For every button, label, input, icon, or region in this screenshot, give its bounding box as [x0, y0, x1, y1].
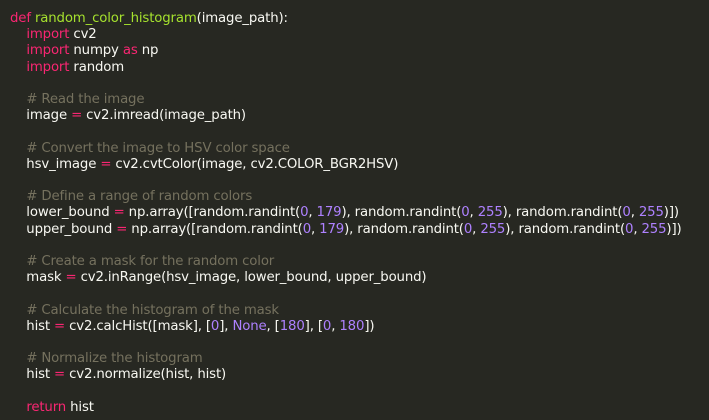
code-token: import	[26, 59, 70, 75]
code-token: ],	[219, 318, 233, 334]
code-token: return	[26, 399, 67, 415]
code-token: ], [	[304, 318, 323, 334]
code-token: # Convert the image to HSV color space	[26, 140, 290, 156]
code-token: import	[26, 27, 70, 43]
code-token: , [	[266, 318, 280, 334]
code-token: # Calculate the histogram of the mask	[26, 302, 279, 318]
code-token: cv2.cvtColor(image, cv2.COLOR_BGR2HSV)	[111, 156, 399, 172]
code-line: hist = cv2.normalize(hist, hist)	[10, 367, 226, 383]
code-line: mask = cv2.inRange(hsv_image, lower_boun…	[10, 270, 426, 286]
code-token: cv2	[69, 27, 97, 43]
code-token: def	[10, 11, 35, 26]
code-token: import	[26, 43, 70, 59]
code-line: # Convert the image to HSV color space	[10, 141, 290, 157]
code-token: hist	[66, 399, 94, 415]
code-token: 255	[480, 221, 506, 237]
code-token: (image_path):	[196, 11, 288, 26]
code-line: import random	[10, 60, 124, 76]
code-token: ,	[311, 221, 320, 237]
code-token: =	[54, 367, 66, 383]
code-token: 180	[279, 318, 305, 334]
code-token: random_color_histogram	[34, 11, 197, 26]
code-token: hsv_image	[10, 156, 101, 172]
code-token: hist	[10, 367, 55, 383]
code-token: ,	[308, 205, 317, 221]
code-token: cv2.imread(image_path)	[82, 108, 246, 124]
code-token: cv2.normalize(hist, hist)	[65, 367, 227, 383]
code-token: np.array([random.randint(	[124, 205, 301, 221]
code-token: # Read the image	[26, 92, 145, 107]
code-token: # Define a range of random colors	[26, 189, 253, 205]
code-line: # Create a mask for the random color	[10, 254, 274, 270]
code-token: ), random.randint(	[344, 221, 464, 237]
code-token: 255	[641, 221, 667, 237]
code-line: # Define a range of random colors	[10, 189, 252, 205]
code-token: numpy	[69, 43, 123, 59]
code-token: # Normalize the histogram	[26, 351, 203, 367]
code-token: 0	[322, 318, 332, 334]
code-token: ), random.randint(	[505, 221, 625, 237]
code-token: =	[65, 270, 77, 286]
code-token: 0	[622, 205, 631, 221]
code-line: # Calculate the histogram of the mask	[10, 303, 279, 319]
code-token: cv2.calcHist([mask], [	[65, 318, 211, 334]
code-line: return hist	[10, 400, 94, 416]
code-editor[interactable]: def random_color_histogram(image_path): …	[0, 0, 709, 420]
code-token: 179	[319, 221, 345, 237]
code-line: # Normalize the histogram	[10, 351, 203, 367]
code-token: 180	[339, 318, 365, 334]
code-token: ,	[630, 205, 639, 221]
code-token: )])	[663, 205, 679, 221]
code-token: as	[122, 43, 138, 59]
code-token: =	[100, 156, 112, 172]
code-token: None	[232, 318, 267, 334]
code-token: ])	[364, 318, 375, 334]
code-line: def random_color_histogram(image_path):	[10, 11, 288, 27]
code-line: # Read the image	[10, 92, 144, 108]
code-token: hist	[10, 318, 55, 334]
code-token: 255	[638, 205, 664, 221]
code-token: ,	[469, 205, 478, 221]
code-token: 179	[316, 205, 342, 221]
code-line: image = cv2.imread(image_path)	[10, 108, 246, 124]
code-token: =	[113, 205, 125, 221]
code-token: =	[116, 221, 128, 237]
code-token: cv2.inRange(hsv_image, lower_bound, uppe…	[76, 270, 427, 286]
code-line: import cv2	[10, 27, 97, 43]
code-line: import numpy as np	[10, 43, 158, 59]
code-line: lower_bound = np.array([random.randint( 0…	[10, 205, 679, 221]
code-token: upper_bound	[10, 221, 117, 237]
code-line: hsv_image = cv2.cvtColor(image, cv2.COLO…	[10, 157, 398, 173]
code-token: 255	[477, 205, 503, 221]
code-token: )])	[666, 221, 682, 237]
code-token: =	[54, 318, 66, 334]
code-token: 0	[463, 221, 473, 237]
code-token: 0	[302, 221, 311, 237]
code-line: upper_bound = np.array([random.randint(0…	[10, 221, 682, 238]
code-token: lower_bound	[10, 205, 114, 221]
code-token: 0	[461, 205, 470, 221]
code-token: mask	[10, 270, 66, 286]
code-token: random	[69, 59, 125, 75]
code-token: np	[137, 43, 159, 59]
code-token: =	[71, 108, 83, 124]
code-token: image	[10, 108, 72, 124]
code-token: 0	[210, 318, 220, 334]
code-token: ), random.randint(	[502, 205, 623, 221]
code-token: np.array([random.randint(	[127, 221, 303, 237]
code-line: hist = cv2.calcHist([mask], [0], None, […	[10, 319, 374, 335]
code-token: # Create a mask for the random color	[26, 254, 275, 269]
code-token: ), random.randint(	[341, 205, 462, 221]
